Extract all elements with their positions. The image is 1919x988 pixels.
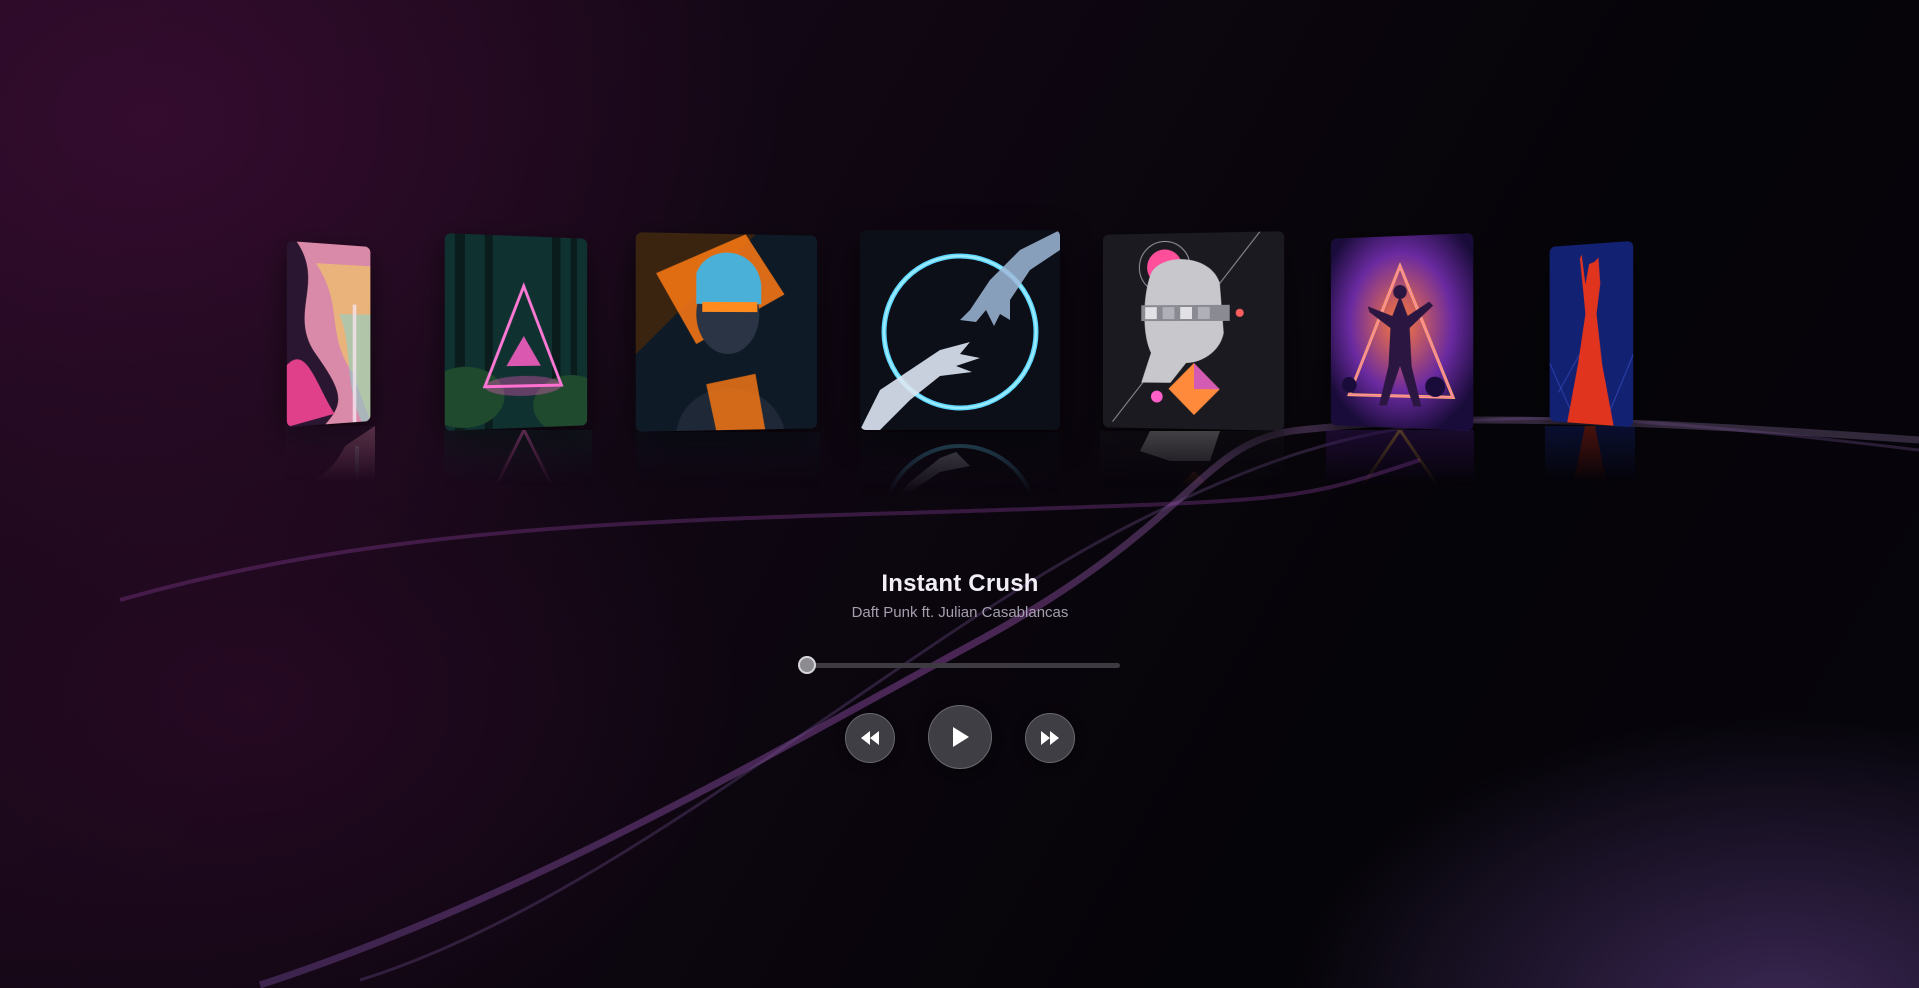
album-cover-5[interactable] [1102,231,1285,431]
neon-circle-hands-art-icon [860,230,1060,430]
album-cover-1[interactable] [286,240,371,428]
red-dancer-blue-art-icon [1549,240,1634,428]
progress-slider[interactable] [798,656,1120,674]
album-reflection-2 [444,430,592,510]
album-carousel [0,0,1919,560]
playback-controls [0,700,1919,780]
progress-track[interactable] [807,663,1120,668]
album-reflection-4 [860,432,1060,522]
album-cover-6[interactable] [1330,233,1474,431]
orange-light-portrait-art-icon [635,232,818,432]
album-cover-4-current[interactable] [860,230,1060,430]
album-reflection-1 [285,426,375,506]
neon-triangle-dancer-art-icon [1330,233,1474,431]
track-title: Instant Crush [881,570,1039,597]
play-button[interactable] [928,705,992,769]
rewind-button[interactable] [845,713,895,763]
album-reflection-3 [636,432,820,512]
play-icon [953,727,969,747]
now-playing-info: Instant Crush Daft Punk ft. Julian Casab… [760,570,1160,621]
album-reflection-5 [1100,431,1284,511]
album-reflection-7 [1545,426,1635,506]
track-artist: Daft Punk ft. Julian Casablancas [851,604,1069,621]
fast-forward-icon [1041,731,1059,745]
statue-geometric-collage-art-icon [1102,231,1285,431]
neon-triangle-forest-art-icon [444,233,588,431]
fast-forward-button[interactable] [1025,713,1075,763]
album-reflection-6 [1326,430,1474,510]
rewind-icon [861,731,879,745]
progress-thumb[interactable] [798,656,816,674]
album-cover-7[interactable] [1549,240,1634,428]
album-cover-3[interactable] [635,232,818,432]
album-cover-2[interactable] [444,233,588,431]
abstract-fluid-art-icon [286,240,371,428]
